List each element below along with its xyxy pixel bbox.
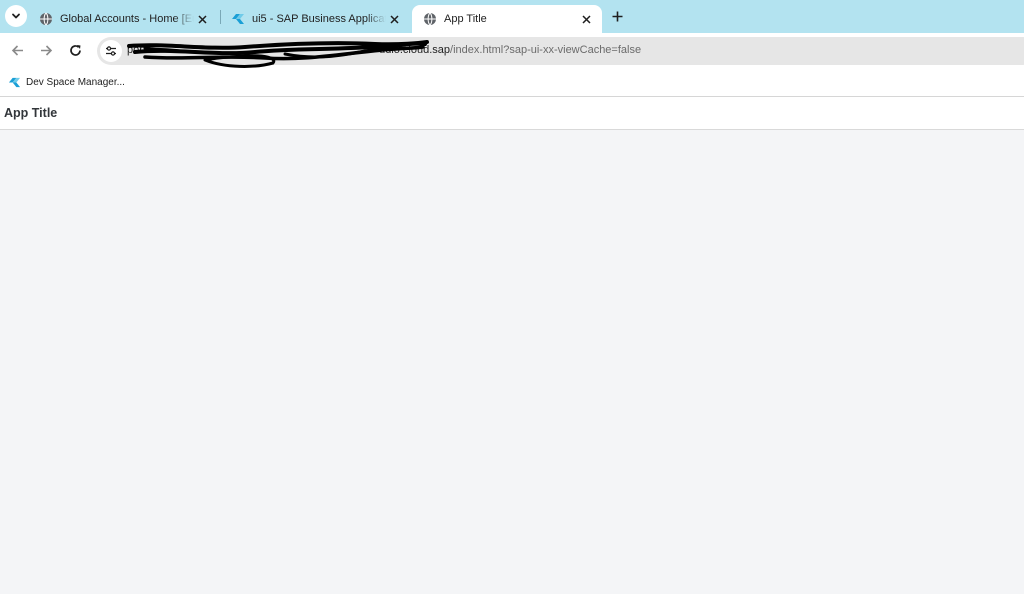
- tab-title: Global Accounts - Home [Europe: [60, 13, 194, 25]
- chevron-down-icon: [12, 13, 20, 19]
- close-icon[interactable]: [386, 11, 402, 27]
- bookmarks-bar: Dev Space Manager...: [0, 68, 1024, 97]
- tab-global-accounts[interactable]: Global Accounts - Home [Europe: [28, 5, 218, 33]
- globe-icon: [38, 11, 54, 27]
- app-title: App Title: [4, 106, 58, 120]
- bookmark-dev-space-manager[interactable]: Dev Space Manager...: [8, 73, 125, 91]
- new-tab-button[interactable]: [607, 6, 627, 26]
- app-content: [0, 130, 1024, 594]
- arrow-left-icon: [11, 44, 23, 56]
- globe-icon: [422, 11, 438, 27]
- tune-icon: [106, 46, 116, 56]
- reload-icon: [69, 44, 81, 56]
- arrow-right-icon: [40, 44, 52, 56]
- sap-bas-icon: [8, 77, 21, 87]
- app-header: App Title: [0, 97, 1024, 130]
- close-icon[interactable]: [578, 11, 594, 27]
- redaction-scribble: [127, 40, 429, 68]
- tab-title: App Title: [444, 13, 487, 25]
- reload-button[interactable]: [66, 41, 84, 59]
- bookmark-label: Dev Space Manager...: [26, 76, 125, 88]
- url-path: /index.html?sap-ui-xx-viewCache=false: [450, 44, 642, 56]
- back-button[interactable]: [8, 41, 26, 59]
- tab-ui5-bas[interactable]: ui5 - SAP Business Application Studio: [220, 5, 410, 33]
- tab-app-title[interactable]: App Title: [412, 5, 602, 33]
- sap-bas-icon: [230, 11, 246, 27]
- site-info-button[interactable]: [100, 40, 122, 62]
- forward-button[interactable]: [37, 41, 55, 59]
- tab-search-button[interactable]: [5, 5, 27, 27]
- close-icon[interactable]: [194, 11, 210, 27]
- plus-icon: [612, 11, 622, 21]
- tab-strip: Global Accounts - Home [Europe ui5 - SAP…: [0, 0, 1024, 33]
- tab-title: ui5 - SAP Business Application Studio: [252, 13, 386, 25]
